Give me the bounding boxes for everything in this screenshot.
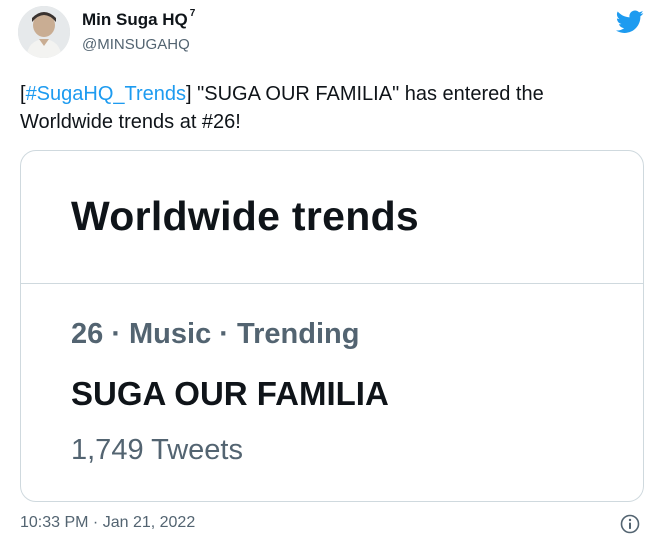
trend-tweet-count: 1,749 Tweets [71, 434, 243, 466]
info-icon[interactable] [620, 514, 640, 534]
trend-card-body: 26 · Music · Trending SUGA OUR FAMILIA 1… [21, 284, 643, 501]
author-name-line[interactable]: Min Suga HQ 7 [82, 8, 196, 30]
author-name-superscript: 7 [189, 8, 196, 19]
tweet-text: [#SugaHQ_Trends] "SUGA OUR FAMILIA" has … [20, 80, 640, 136]
twitter-bird-icon[interactable] [615, 10, 644, 34]
hashtag-link[interactable]: #SugaHQ_Trends [26, 83, 186, 105]
trend-card-title: Worldwide trends [71, 193, 420, 239]
tweet-timestamp[interactable]: 10:33 PM · Jan 21, 2022 [20, 514, 195, 532]
author-handle[interactable]: @MINSUGAHQ [82, 36, 190, 53]
author-name[interactable]: Min Suga HQ [82, 10, 188, 30]
avatar[interactable] [18, 6, 70, 58]
trend-name: SUGA OUR FAMILIA [71, 375, 389, 412]
trend-card-image[interactable]: Worldwide trends 26 · Music · Trending S… [20, 150, 644, 502]
trend-meta: 26 · Music · Trending [71, 318, 360, 350]
tweet: Min Suga HQ 7 @MINSUGAHQ [#SugaHQ_Trends… [0, 0, 660, 549]
trend-card-header: Worldwide trends [21, 151, 643, 284]
